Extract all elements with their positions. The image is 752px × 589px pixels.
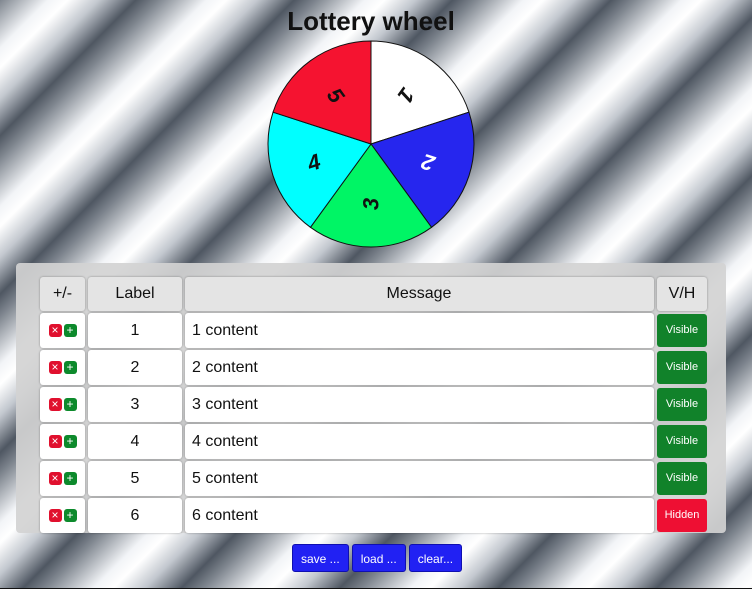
label-cell[interactable]: 1: [88, 313, 182, 348]
remove-row-icon[interactable]: ×: [48, 434, 62, 448]
table-row: × + 1 1 content Visible: [40, 313, 707, 348]
table-row: × + 6 6 content Hidden: [40, 498, 707, 533]
header-visibility: V/H: [657, 277, 707, 311]
table-row: × + 3 3 content Visible: [40, 387, 707, 422]
row-controls: × +: [40, 461, 85, 496]
table-row: × + 2 2 content Visible: [40, 350, 707, 385]
label-cell[interactable]: 3: [88, 387, 182, 422]
visibility-toggle[interactable]: Hidden: [657, 499, 707, 532]
entries-table: +/- Label Message V/H × + 1 1 content Vis…: [37, 275, 710, 535]
remove-row-icon[interactable]: ×: [48, 508, 62, 522]
label-cell[interactable]: 4: [88, 424, 182, 459]
message-cell[interactable]: 3 content: [185, 387, 654, 422]
visibility-toggle[interactable]: Visible: [657, 425, 707, 458]
message-cell[interactable]: 2 content: [185, 350, 654, 385]
row-controls: × +: [40, 387, 85, 422]
visibility-toggle[interactable]: Visible: [657, 462, 707, 495]
remove-row-icon[interactable]: ×: [48, 360, 62, 374]
row-controls: × +: [40, 424, 85, 459]
add-row-icon[interactable]: +: [63, 397, 77, 411]
message-cell[interactable]: 6 content: [185, 498, 654, 533]
header-add-remove: +/-: [40, 277, 85, 311]
wheel-segment-label: 3: [359, 198, 384, 210]
add-row-icon[interactable]: +: [63, 434, 77, 448]
page-title: Lottery wheel: [287, 6, 455, 36]
table-row: × + 5 5 content Visible: [40, 461, 707, 496]
label-cell[interactable]: 2: [88, 350, 182, 385]
message-cell[interactable]: 5 content: [185, 461, 654, 496]
row-controls: × +: [40, 313, 85, 348]
message-cell[interactable]: 1 content: [185, 313, 654, 348]
clear-button[interactable]: clear...: [408, 544, 463, 572]
table-row: × + 4 4 content Visible: [40, 424, 707, 459]
label-cell[interactable]: 6: [88, 498, 182, 533]
remove-row-icon[interactable]: ×: [48, 471, 62, 485]
add-row-icon[interactable]: +: [63, 360, 77, 374]
add-row-icon[interactable]: +: [63, 508, 77, 522]
header-message: Message: [185, 277, 654, 311]
lottery-wheel[interactable]: 12345: [266, 39, 476, 249]
label-cell[interactable]: 5: [88, 461, 182, 496]
visibility-toggle[interactable]: Visible: [657, 351, 707, 384]
remove-row-icon[interactable]: ×: [48, 323, 62, 337]
visibility-toggle[interactable]: Visible: [657, 314, 707, 347]
visibility-toggle[interactable]: Visible: [657, 388, 707, 421]
message-cell[interactable]: 4 content: [185, 424, 654, 459]
remove-row-icon[interactable]: ×: [48, 397, 62, 411]
row-controls: × +: [40, 350, 85, 385]
file-actions: save ... load ... clear...: [292, 544, 463, 572]
header-label: Label: [88, 277, 182, 311]
load-button[interactable]: load ...: [351, 544, 406, 572]
add-row-icon[interactable]: +: [63, 323, 77, 337]
row-controls: × +: [40, 498, 85, 533]
add-row-icon[interactable]: +: [63, 471, 77, 485]
save-button[interactable]: save ...: [292, 544, 349, 572]
